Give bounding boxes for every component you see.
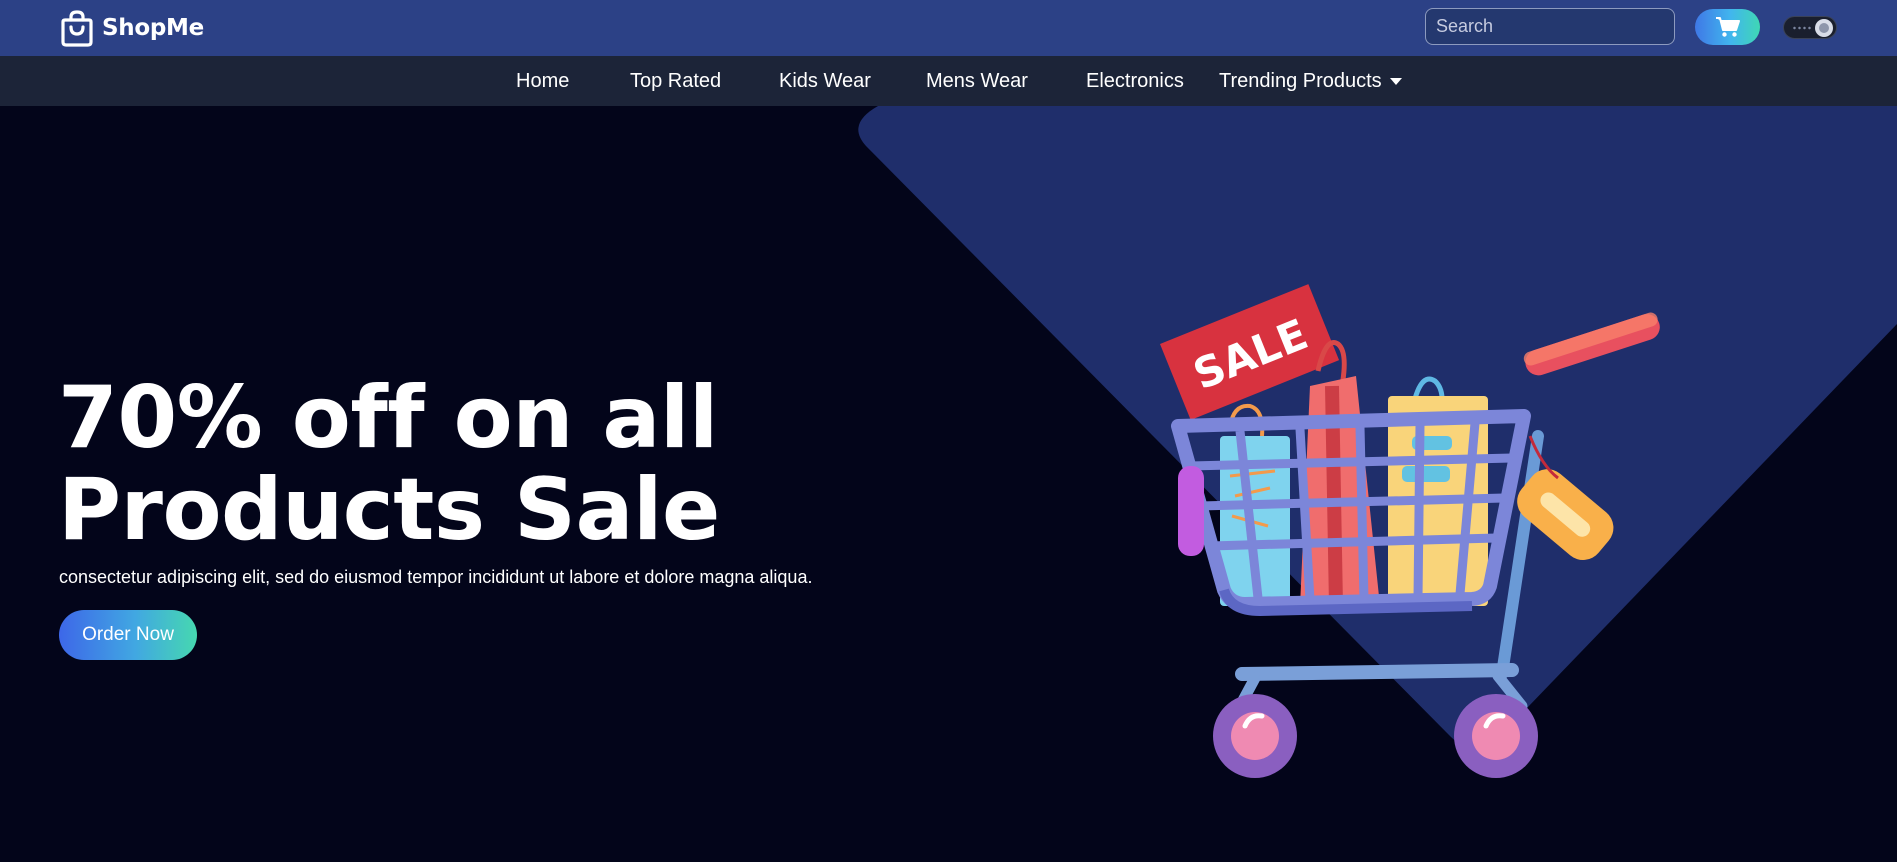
nav-item-electronics[interactable]: Electronics [1086, 56, 1184, 106]
nav-label: Trending Products [1219, 69, 1382, 92]
toggle-knob [1815, 19, 1833, 37]
hero-title: 70% off on all Products Sale [58, 372, 858, 556]
cart-button[interactable] [1695, 9, 1760, 45]
order-now-button[interactable]: Order Now [59, 610, 197, 660]
shopping-cart-icon [1715, 17, 1740, 37]
toggle-track-dots [1792, 26, 1812, 30]
hero-title-line-2: Products Sale [58, 460, 720, 560]
cart-wheel-left [1213, 694, 1297, 778]
nav-item-kids-wear[interactable]: Kids Wear [779, 56, 871, 106]
nav-label: Top Rated [630, 69, 722, 92]
hero-section: 70% off on all Products Sale consectetur… [0, 106, 1897, 862]
nav-item-top-rated[interactable]: Top Rated [630, 56, 721, 106]
main-nav: Home Top Rated Kids Wear Mens Wear Elect… [0, 56, 1897, 106]
hero-title-line-1: 70% off on all [58, 368, 718, 468]
top-header: ShopMe [0, 0, 1897, 56]
shopping-cart-with-bags-illustration: SALE [1160, 284, 1660, 778]
nav-item-mens-wear[interactable]: Mens Wear [926, 56, 1028, 106]
nav-item-home[interactable]: Home [516, 56, 569, 106]
search-input[interactable] [1425, 8, 1675, 45]
cart-wheel-right [1454, 694, 1538, 778]
nav-item-trending-products[interactable]: Trending Products [1219, 56, 1402, 106]
dark-mode-toggle[interactable] [1783, 16, 1837, 39]
nav-label: Home [516, 69, 570, 92]
brand-name: ShopMe [102, 15, 204, 41]
hero-subtitle: consectetur adipiscing elit, sed do eius… [59, 567, 813, 587]
nav-label: Electronics [1086, 69, 1184, 92]
nav-label: Mens Wear [926, 69, 1028, 92]
cart-bumper [1178, 466, 1204, 556]
caret-down-icon [1389, 77, 1402, 85]
brand-logo[interactable]: ShopMe [60, 9, 204, 47]
nav-label: Kids Wear [779, 69, 871, 92]
shopping-bag-icon [61, 10, 93, 47]
